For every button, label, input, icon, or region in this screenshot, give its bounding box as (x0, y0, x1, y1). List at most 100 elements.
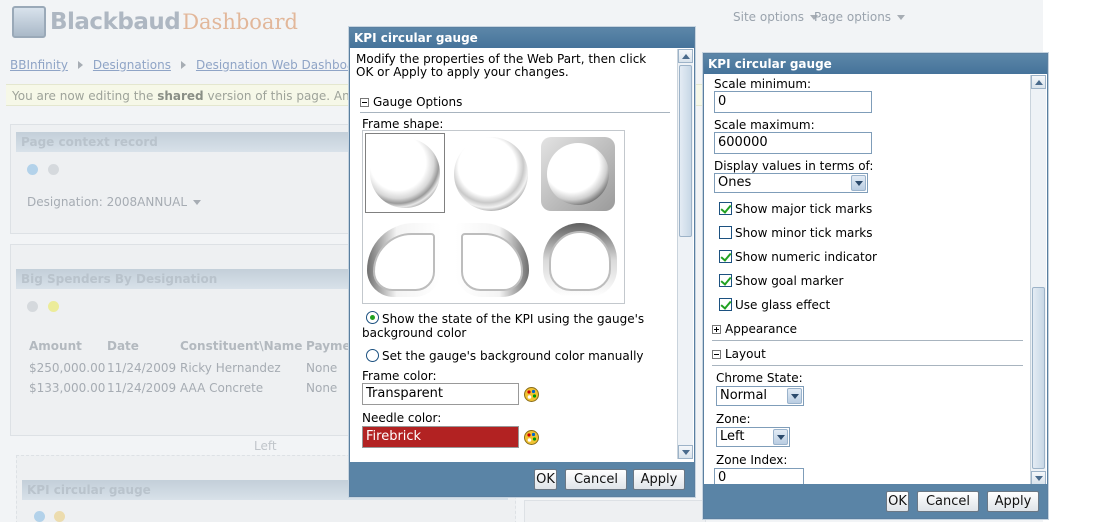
checkbox-minor-ticks[interactable] (719, 226, 732, 239)
chevron-down-icon[interactable] (787, 388, 802, 404)
vertical-scrollbar[interactable] (677, 49, 693, 459)
zone-selected: Left (720, 429, 745, 444)
zone-index-input[interactable]: 0 (714, 468, 804, 484)
square-frame-icon[interactable] (541, 137, 615, 211)
display-values-select[interactable]: Ones (714, 173, 868, 193)
vertical-scrollbar[interactable] (1030, 75, 1046, 485)
kpi-gauge-dialog-right: KPI circular gauge Scale minimum: 0 Scal… (703, 53, 1048, 519)
table-cell: AAA Concrete (180, 381, 264, 395)
status-dot-icon (27, 301, 38, 312)
appearance-section[interactable]: Appearance (712, 322, 797, 336)
apply-button[interactable]: Apply (987, 491, 1039, 512)
radio-manual-color-label: Set the gauge's background color manuall… (382, 349, 644, 363)
chrome-state-selected: Normal (720, 388, 768, 403)
table-cell: None (306, 381, 338, 395)
checkbox-major-ticks-label: Show major tick marks (735, 202, 873, 216)
status-dot-icon (27, 164, 38, 175)
breadcrumb-arrow-icon (77, 61, 83, 69)
checkbox-glass-effect[interactable] (719, 298, 732, 311)
status-dot-icon (48, 301, 59, 312)
chevron-down-icon[interactable] (851, 175, 866, 191)
scroll-up-arrow-icon[interactable] (678, 49, 693, 63)
site-options-menu[interactable]: Site options (733, 10, 819, 24)
column-header-amount: Amount (29, 339, 82, 353)
checkbox-goal-marker[interactable] (719, 274, 732, 287)
column-header-payment: Payme (306, 339, 351, 353)
page-context-header: Page context record (16, 132, 350, 152)
scroll-down-arrow-icon[interactable] (678, 445, 693, 459)
half-frame-icon[interactable] (543, 223, 617, 297)
zone-index-label: Zone Index: (716, 453, 788, 467)
chevron-down-icon[interactable] (773, 429, 788, 445)
dialog-title: KPI circular gauge (704, 54, 1047, 74)
scale-minimum-input[interactable]: 0 (714, 91, 872, 113)
scrollbar-thumb[interactable] (1032, 287, 1045, 469)
chevron-down-icon (897, 15, 906, 20)
designation-label: Designation: 2008ANNUAL (27, 195, 202, 209)
scroll-down-arrow-icon[interactable] (1031, 471, 1046, 485)
table-cell: 11/24/2009 (107, 361, 177, 375)
chrome-state-select[interactable]: Normal (716, 386, 804, 406)
breadcrumb-link-designation-web-dashboard[interactable]: Designation Web Dashboard (196, 58, 367, 72)
quarter-frame-inner (461, 233, 523, 291)
scrollbar-thumb[interactable] (679, 65, 692, 237)
needle-color-label: Needle color: (362, 411, 442, 425)
checkbox-goal-marker-label: Show goal marker (735, 274, 844, 288)
display-values-selected: Ones (718, 175, 752, 190)
dialog-intro: Modify the properties of the Web Part, t… (356, 52, 647, 79)
chevron-down-icon[interactable] (193, 200, 202, 205)
column-header-constituent: Constituent\Name (180, 339, 303, 353)
breadcrumb-link-bbinfinity[interactable]: BBInfinity (10, 58, 68, 72)
radio-kpi-state-label: Show the state of the KPI using the gaug… (362, 312, 645, 340)
radio-manual-color[interactable] (366, 349, 379, 362)
collapse-icon[interactable] (712, 349, 721, 359)
breadcrumb: BBInfinity Designations Designation Web … (10, 58, 385, 72)
status-dot-icon (34, 511, 45, 522)
breadcrumb-arrow-icon (180, 61, 186, 69)
circular-notched-frame-icon[interactable] (454, 137, 528, 211)
scroll-up-arrow-icon[interactable] (1031, 75, 1046, 89)
blackbaud-logo: Blackbaud Dashboard (12, 6, 298, 38)
quarter-frame-right-icon[interactable] (455, 223, 529, 297)
page-options-menu[interactable]: Page options (814, 10, 906, 24)
breadcrumb-link-designations[interactable]: Designations (93, 58, 171, 72)
collapse-icon[interactable] (360, 97, 369, 107)
frame-color-input[interactable]: Transparent (362, 383, 519, 405)
quarter-frame-left-icon[interactable] (367, 223, 441, 297)
table-cell: None (306, 361, 338, 375)
frame-color-label: Frame color: (362, 369, 437, 383)
dialog-footer: OK Cancel Apply (350, 462, 694, 496)
ok-button[interactable]: OK (534, 469, 557, 490)
cancel-button[interactable]: Cancel (565, 469, 627, 490)
frame-shape-picker (362, 130, 625, 304)
frame-shape-label: Frame shape: (362, 117, 444, 131)
quarter-frame-inner (373, 233, 435, 291)
checkbox-major-ticks[interactable] (719, 202, 732, 215)
frame-shape-selected[interactable] (365, 133, 445, 213)
table-cell: $250,000.00 (29, 361, 106, 375)
circular-frame-icon (370, 138, 440, 208)
display-values-label: Display values in terms of: (714, 159, 874, 173)
color-palette-icon[interactable] (523, 429, 540, 446)
ok-button[interactable]: OK (886, 491, 909, 512)
half-frame-inner (549, 231, 611, 291)
scale-maximum-input[interactable]: 600000 (714, 132, 872, 154)
big-spenders-header: Big Spenders By Designation (16, 269, 350, 289)
gauge-options-section[interactable]: Gauge Options (360, 95, 462, 109)
right-zone (524, 500, 706, 522)
checkbox-numeric-indicator[interactable] (719, 250, 732, 263)
apply-button[interactable]: Apply (633, 469, 685, 490)
dialog-title: KPI circular gauge (350, 28, 694, 48)
status-dot-icon (54, 511, 65, 522)
status-dot-icon (48, 164, 59, 175)
zone-select[interactable]: Left (716, 427, 790, 447)
table-cell: Ricky Hernandez (180, 361, 281, 375)
layout-section[interactable]: Layout (712, 347, 766, 361)
needle-color-input[interactable]: Firebrick (362, 426, 519, 448)
expand-icon[interactable] (712, 324, 721, 334)
table-cell: 11/24/2009 (107, 381, 177, 395)
color-palette-icon[interactable] (523, 386, 540, 403)
cancel-button[interactable]: Cancel (917, 491, 979, 512)
checkbox-glass-effect-label: Use glass effect (735, 298, 831, 312)
kpi-gauge-dialog-left: KPI circular gauge Modify the properties… (349, 27, 695, 497)
